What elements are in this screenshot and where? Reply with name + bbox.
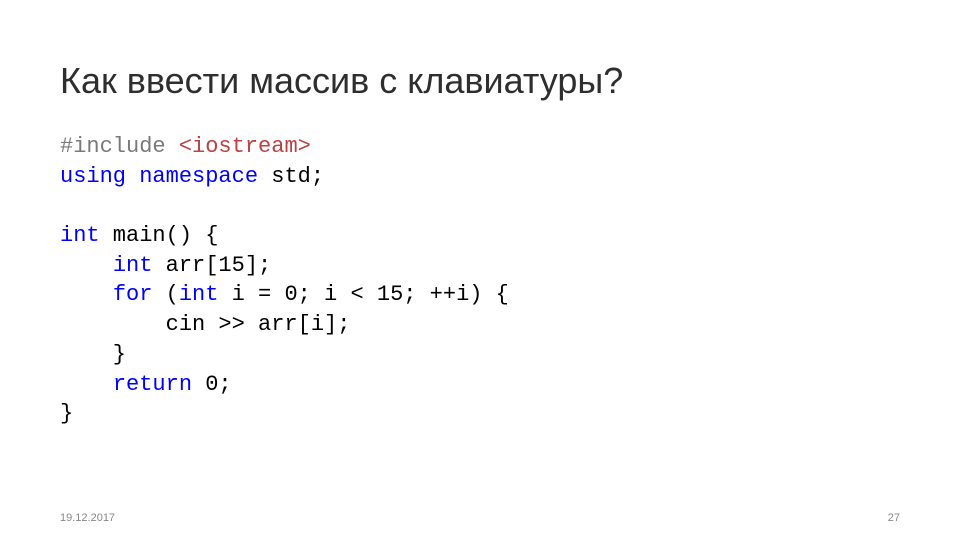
code-token: <iostream> [166,134,311,159]
code-token: 0; [192,372,232,397]
code-token: #include [60,134,166,159]
code-token: cin >> arr[i]; [60,312,350,337]
code-token [60,253,113,278]
code-token: } [60,342,126,367]
code-token: int [179,282,219,307]
code-token [126,164,139,189]
slide-title: Как ввести массив с клавиатуры? [60,60,900,102]
code-token: using [60,164,126,189]
code-token: arr[15]; [152,253,271,278]
code-token: } [60,401,73,426]
code-token: ( [152,282,178,307]
code-token: namespace [139,164,258,189]
code-token [60,372,113,397]
slide: Как ввести массив с клавиатуры? #include… [0,0,960,540]
code-token: i = 0; i < 15; ++i) { [218,282,508,307]
code-token: main() { [100,223,219,248]
footer-page: 27 [888,512,900,524]
code-token [60,282,113,307]
code-token: int [60,223,100,248]
code-token: return [113,372,192,397]
code-token: for [113,282,153,307]
code-token: int [113,253,153,278]
footer-date: 19.12.2017 [60,512,115,524]
code-block: #include <iostream> using namespace std;… [60,132,900,429]
code-token: std; [258,164,324,189]
